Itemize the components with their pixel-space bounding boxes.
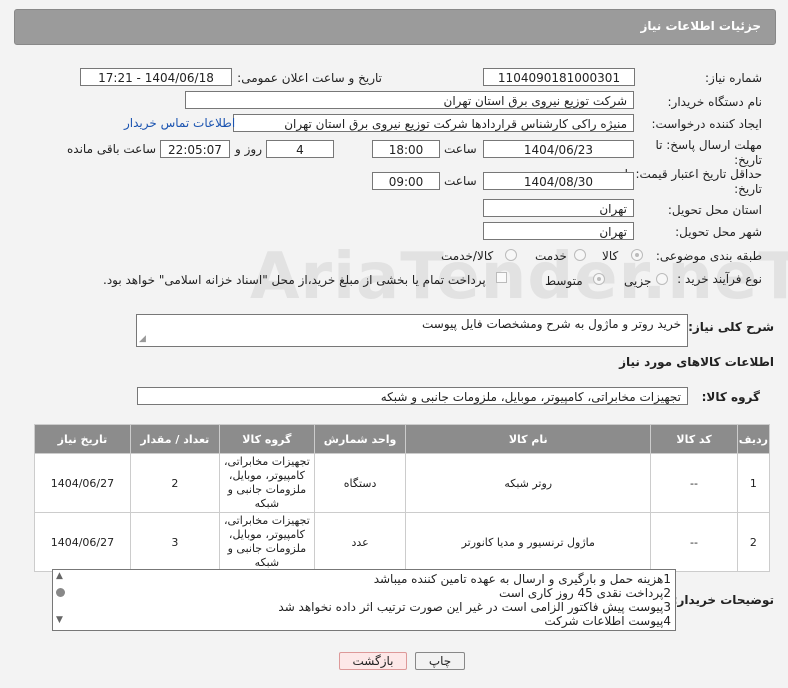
category-radio-goods[interactable] [631,249,643,261]
table-header-row: ردیف کد کالا نام کالا واحد شمارش گروه کا… [34,424,771,454]
col-row-header: ردیف [736,424,771,454]
panel-title: جزئیات اطلاعات نیاز [640,19,761,33]
goods-table: ردیف کد کالا نام کالا واحد شمارش گروه کا… [34,424,771,572]
description-label: شرح کلی نیاز: [688,320,774,334]
col-unit-header: واحد شمارش [313,424,407,454]
buyer-org-field[interactable]: شرکت توزیع نیروی برق استان تهران [185,91,634,109]
buyer-notes-label: توضیحات خریدار: [672,593,774,607]
print-button[interactable]: چاپ [415,652,465,670]
buyer-notes-box[interactable]: 1هزینه حمل و بارگیری و ارسال به عهده تام… [52,569,676,631]
treasury-note: پرداخت تمام یا بخشی از مبلغ خرید،از محل … [103,273,486,287]
announce-label: تاریخ و ساعت اعلان عمومی: [237,71,382,85]
goods-group-field[interactable]: تجهیزات مخابراتی، کامپیوتر، موبایل، ملزو… [137,387,688,405]
announce-field[interactable]: 1404/06/18 - 17:21 [80,68,232,86]
back-button[interactable]: بازگشت [339,652,407,670]
col-code-header: کد کالا [650,424,738,454]
validity-date-field[interactable]: 1404/08/30 [483,172,634,190]
scroll-thumb-icon[interactable] [56,588,65,597]
scroll-up-icon[interactable]: ▲ [56,571,63,581]
row-qty: 3 [129,512,220,572]
resize-grip-icon[interactable]: ◢ [139,334,146,344]
remaining-label: ساعت باقی مانده [67,142,157,156]
note-line: 1هزینه حمل و بارگیری و ارسال به عهده تام… [373,572,671,586]
validity-time-label: ساعت [444,174,477,188]
category-option-goods: کالا [602,249,619,263]
process-option-medium: متوسط [545,274,583,288]
col-name-header: نام کالا [405,424,652,454]
row-date: 1404/06/27 [34,453,131,513]
category-label: طبقه بندی موضوعی: [655,249,762,263]
row-date: 1404/06/27 [34,512,131,572]
row-unit: عدد [313,512,407,572]
remaining-time-field: 22:05:07 [160,140,230,158]
deadline-label: مهلت ارسال پاسخ: تا تاریخ: [655,138,762,167]
deadline-time-field[interactable]: 18:00 [372,140,440,158]
process-label: نوع فرآیند خرید : [677,272,762,286]
col-group-header: گروه کالا [218,424,315,454]
table-row[interactable]: 1 -- روتر شبکه دستگاه تجهیزات مخابراتی، … [34,453,771,513]
days-label: روز و [235,142,262,156]
need-number-label: شماره نیاز: [705,71,762,85]
buyer-contact-link[interactable]: اطلاعات تماس خریدار [124,116,235,130]
province-field[interactable]: تهران [483,199,634,217]
treasury-checkbox[interactable] [496,272,507,283]
col-date-header: تاریخ نیاز [34,424,131,454]
process-radio-minor[interactable] [656,273,668,285]
col-qty-header: تعداد / مقدار [129,424,220,454]
deadline-time-label: ساعت [444,142,477,156]
row-index: 2 [736,512,771,572]
note-line: 4پیوست اطلاعات شرکت [544,614,671,628]
buyer-org-label: نام دستگاه خریدار: [667,95,763,109]
row-unit: دستگاه [313,453,407,513]
validity-label: حداقل تاریخ اعتبار قیمت: تا تاریخ: [624,167,762,196]
table-row[interactable]: 2 -- ماژول ترنسیور و مدیا کانورتر عدد تج… [34,512,771,572]
row-group: تجهیزات مخابراتی، کامپیوتر، موبایل، ملزو… [218,512,315,572]
description-textarea[interactable]: خرید روتر و ماژول به شرح ومشخصات فایل پی… [136,314,688,347]
row-index: 1 [736,453,771,513]
row-code: -- [650,512,738,572]
days-field[interactable]: 4 [266,140,334,158]
process-option-minor: جزیی [624,274,652,288]
city-field[interactable]: تهران [483,222,634,240]
row-code: -- [650,453,738,513]
category-radio-service[interactable] [574,249,586,261]
process-radio-medium[interactable] [593,273,605,285]
category-option-both: کالا/خدمت [441,249,494,263]
deadline-date-field[interactable]: 1404/06/23 [483,140,634,158]
validity-time-field[interactable]: 09:00 [372,172,440,190]
note-line: 3پیوست پیش فاکتور الزامی است در غیر این … [278,600,671,614]
goods-group-label: گروه کالا: [701,390,760,404]
note-line: 2پرداخت نقدی 45 روز کاری است [498,586,671,600]
province-label: استان محل تحویل: [667,203,762,217]
category-radio-both[interactable] [505,249,517,261]
row-group: تجهیزات مخابراتی، کامپیوتر، موبایل، ملزو… [218,453,315,513]
city-label: شهر محل تحویل: [675,225,762,239]
row-name: ماژول ترنسیور و مدیا کانورتر [405,512,652,572]
need-number-field[interactable]: 1104090181000301 [483,68,635,86]
row-qty: 2 [129,453,220,513]
goods-info-title: اطلاعات کالاهای مورد نیاز [619,355,774,369]
category-option-service: خدمت [535,249,567,263]
requester-field[interactable]: منیژه راکی کارشناس قراردادها شرکت توزیع … [233,114,634,132]
notes-scrollbar[interactable]: ▲ ▼ [54,571,68,629]
panel-header: جزئیات اطلاعات نیاز [14,9,776,45]
scroll-down-icon[interactable]: ▼ [56,615,63,625]
row-name: روتر شبکه [405,453,652,513]
requester-label: ایجاد کننده درخواست: [651,117,762,131]
